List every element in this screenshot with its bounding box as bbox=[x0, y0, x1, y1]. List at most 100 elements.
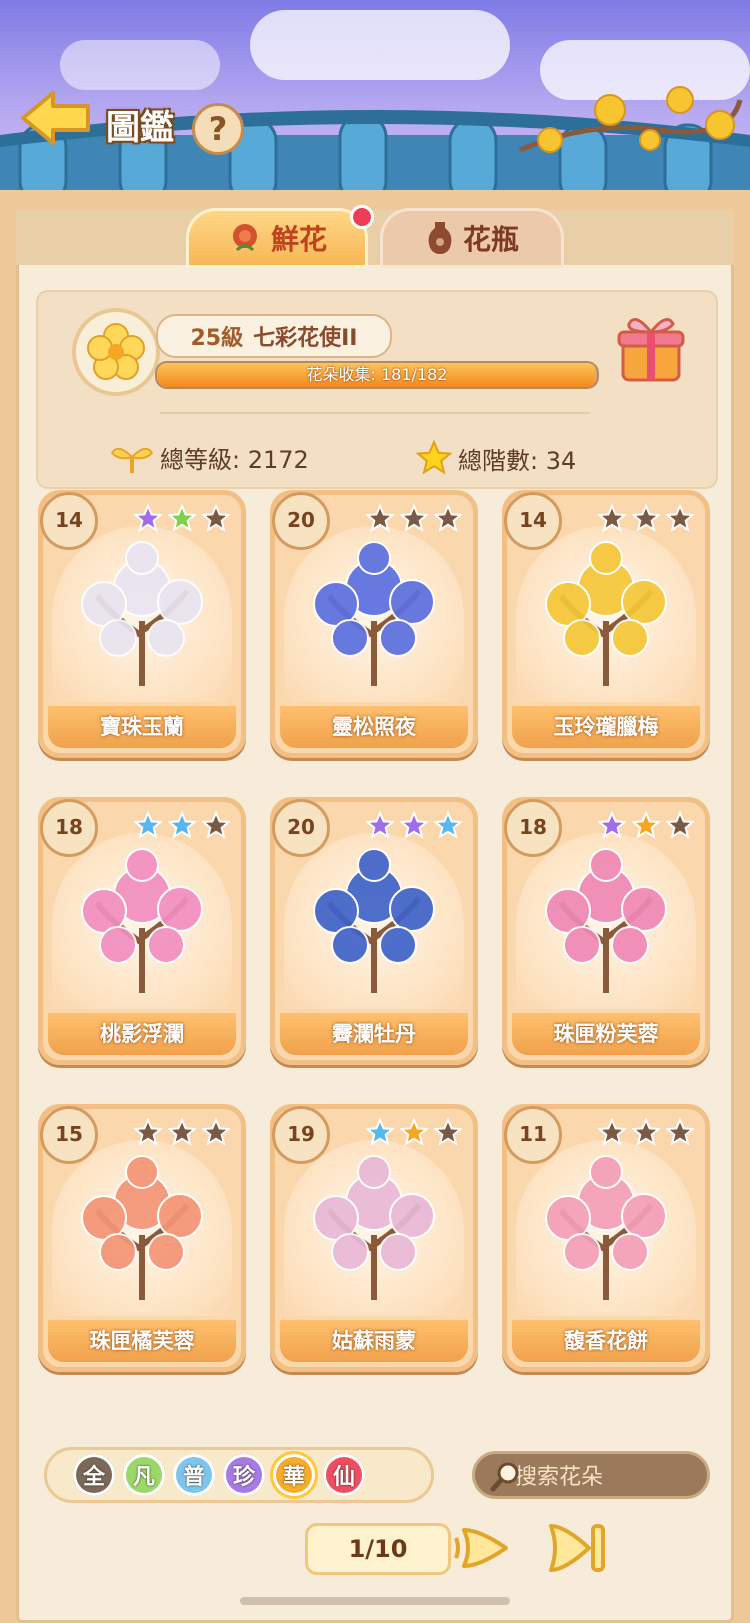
star-icon bbox=[400, 1118, 428, 1146]
star-icon bbox=[366, 1118, 394, 1146]
flower-card[interactable]: 15 珠匣橘芙蓉 bbox=[38, 1104, 246, 1372]
flower-card[interactable]: 14 寶珠玉蘭 bbox=[38, 490, 246, 758]
filter-chip[interactable]: 普 bbox=[173, 1454, 215, 1496]
tab-vases[interactable]: 花瓶 bbox=[380, 208, 564, 268]
page-indicator: 1/10 bbox=[305, 1523, 451, 1575]
total-stars-text: 總階數: 34 bbox=[458, 446, 577, 475]
flower-card[interactable]: 14 玉玲瓏臘梅 bbox=[502, 490, 710, 758]
flower-name: 珠匣粉芙蓉 bbox=[512, 1013, 700, 1055]
collection-medal bbox=[72, 308, 160, 396]
star-icon bbox=[168, 504, 196, 532]
flower-name: 珠匣橘芙蓉 bbox=[48, 1320, 236, 1362]
flower-illustration bbox=[52, 833, 232, 1009]
tab-flowers[interactable]: 鮮花 bbox=[186, 208, 368, 268]
search-placeholder: 搜索花朵 bbox=[515, 1465, 604, 1490]
star-icon bbox=[168, 811, 196, 839]
flower-level-badge: 11 bbox=[504, 1106, 562, 1164]
total-level-stat: 總等級: 2172 bbox=[110, 440, 309, 475]
filter-chip[interactable]: 全 bbox=[73, 1454, 115, 1496]
star-icon bbox=[434, 504, 462, 532]
filter-chip[interactable]: 華 bbox=[273, 1454, 315, 1496]
star-rating bbox=[134, 1118, 230, 1146]
search-field[interactable]: 搜索花朵 bbox=[472, 1451, 710, 1499]
flower-card[interactable]: 18 珠匣粉芙蓉 bbox=[502, 797, 710, 1065]
star-icon bbox=[416, 440, 452, 475]
star-icon bbox=[134, 504, 162, 532]
flower-level-badge: 14 bbox=[504, 492, 562, 550]
flower-level-badge: 18 bbox=[504, 799, 562, 857]
star-rating bbox=[598, 504, 694, 532]
flower-level-badge: 14 bbox=[40, 492, 98, 550]
flower-card[interactable]: 18 桃影浮瀾 bbox=[38, 797, 246, 1065]
gift-box-button[interactable] bbox=[617, 312, 685, 384]
filter-chip[interactable]: 仙 bbox=[323, 1454, 365, 1496]
last-page-button[interactable] bbox=[545, 1520, 611, 1576]
flower-name: 馥香花餅 bbox=[512, 1320, 700, 1362]
star-icon bbox=[400, 504, 428, 532]
star-rating bbox=[598, 1118, 694, 1146]
star-rating bbox=[366, 811, 462, 839]
filter-chip[interactable]: 珍 bbox=[223, 1454, 265, 1496]
flower-name: 桃影浮瀾 bbox=[48, 1013, 236, 1055]
player-level: 25級 bbox=[190, 326, 244, 351]
star-icon bbox=[202, 1118, 230, 1146]
star-icon bbox=[632, 811, 660, 839]
flower-level-badge: 20 bbox=[272, 799, 330, 857]
flower-card[interactable]: 19 姑蘇雨蒙 bbox=[270, 1104, 478, 1372]
star-icon bbox=[400, 811, 428, 839]
star-icon bbox=[134, 1118, 162, 1146]
flower-name: 玉玲瓏臘梅 bbox=[512, 706, 700, 748]
sprout-icon bbox=[110, 447, 154, 473]
collection-progress-text: 花朵收集: 181/182 bbox=[306, 365, 448, 384]
level-rank-label: 25級 七彩花使II bbox=[156, 314, 392, 358]
flower-icon bbox=[87, 323, 145, 380]
flower-illustration bbox=[516, 1140, 696, 1316]
player-rank: 七彩花使II bbox=[253, 326, 358, 351]
flower-level-badge: 15 bbox=[40, 1106, 98, 1164]
collection-progress-bar: 花朵收集: 181/182 bbox=[155, 361, 599, 389]
star-icon bbox=[202, 504, 230, 532]
star-icon bbox=[134, 811, 162, 839]
star-rating bbox=[134, 504, 230, 532]
rose-icon bbox=[232, 224, 257, 252]
star-rating bbox=[366, 504, 462, 532]
star-icon bbox=[598, 811, 626, 839]
flower-name: 靈松照夜 bbox=[280, 706, 468, 748]
star-icon bbox=[434, 1118, 462, 1146]
star-icon bbox=[168, 1118, 196, 1146]
star-icon bbox=[666, 1118, 694, 1146]
flower-illustration bbox=[516, 526, 696, 702]
flower-card[interactable]: 20 霽瀾牡丹 bbox=[270, 797, 478, 1065]
star-icon bbox=[632, 504, 660, 532]
vase-icon bbox=[428, 222, 452, 254]
next-page-button[interactable] bbox=[450, 1520, 516, 1576]
flower-illustration bbox=[52, 1140, 232, 1316]
star-icon bbox=[598, 504, 626, 532]
star-icon bbox=[434, 811, 462, 839]
summary-divider bbox=[160, 412, 590, 414]
plum-blossom-decoration bbox=[519, 86, 743, 153]
flower-card[interactable]: 11 馥香花餅 bbox=[502, 1104, 710, 1372]
flower-level-badge: 20 bbox=[272, 492, 330, 550]
star-icon bbox=[366, 811, 394, 839]
star-icon bbox=[666, 504, 694, 532]
flower-illustration bbox=[516, 833, 696, 1009]
flower-level-badge: 19 bbox=[272, 1106, 330, 1164]
search-icon bbox=[490, 1462, 519, 1492]
help-button[interactable]: ? bbox=[192, 103, 244, 155]
star-icon bbox=[366, 504, 394, 532]
flower-level-badge: 18 bbox=[40, 799, 98, 857]
rarity-filter-bar: 全凡普珍華仙 bbox=[44, 1447, 434, 1503]
total-stars-stat: 總階數: 34 bbox=[416, 440, 576, 476]
filter-chip[interactable]: 凡 bbox=[123, 1454, 165, 1496]
star-icon bbox=[598, 1118, 626, 1146]
flower-card[interactable]: 20 靈松照夜 bbox=[270, 490, 478, 758]
notification-dot bbox=[350, 205, 374, 229]
back-arrow-button[interactable] bbox=[18, 88, 93, 148]
star-icon bbox=[202, 811, 230, 839]
flower-illustration bbox=[284, 833, 464, 1009]
tab-bar bbox=[16, 210, 734, 265]
tab-vases-label: 花瓶 bbox=[462, 223, 519, 256]
flower-illustration bbox=[284, 1140, 464, 1316]
star-rating bbox=[598, 811, 694, 839]
